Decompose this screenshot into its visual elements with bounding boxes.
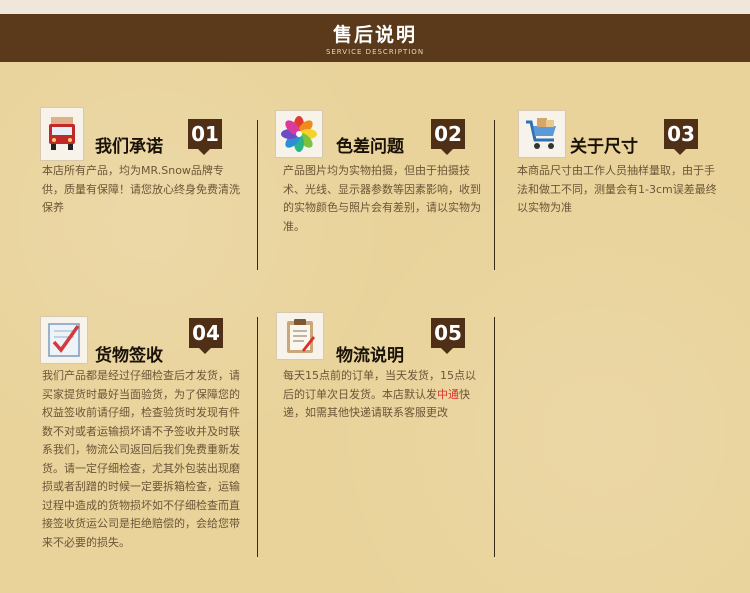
- card-01-text: 本店所有产品，均为MR.Snow品牌专供，质量有保障！请您放心终身免费清洗保养: [42, 164, 240, 214]
- color-wheel-icon: [275, 110, 323, 158]
- divider-1: [257, 120, 258, 270]
- card-02-text: 产品图片均为实物拍摄，但由于拍摄技术、光线、显示器参数等因素影响，收到的实物颜色…: [283, 164, 481, 233]
- header-title: 售后说明: [332, 24, 417, 46]
- card-05-courier-highlight: 中通: [437, 387, 459, 401]
- card-04-heading: 货物签收: [95, 346, 163, 366]
- card-04-number-badge: 04: [189, 318, 223, 354]
- divider-3: [257, 317, 258, 557]
- card-05-text: 每天15点前的订单，当天发货，15点以后的订单次日发货。本店默认发中通快递，如需…: [283, 367, 483, 423]
- card-03-number-badge: 03: [664, 119, 698, 155]
- card-02-number-badge: 02: [431, 119, 465, 155]
- card-01-number-badge: 01: [188, 119, 222, 155]
- card-05-number-badge: 05: [431, 318, 465, 354]
- card-01-heading: 我们承诺: [95, 137, 163, 157]
- card-04-text: 我们产品都是经过仔细检查后才发货，请买家提货时最好当面验货，为了保障您的权益签收…: [42, 369, 240, 549]
- divider-4: [494, 317, 495, 557]
- content-panel: 我们承诺 01 本店所有产品，均为MR.Snow品牌专供，质量有保障！请您放心终…: [0, 62, 750, 593]
- card-05-heading: 物流说明: [336, 346, 404, 366]
- clipboard-icon: [276, 312, 324, 360]
- top-strip: [0, 0, 750, 14]
- header-subtitle: SERVICE DESCRIPTION: [325, 48, 425, 56]
- card-02-heading: 色差问题: [336, 137, 404, 157]
- card-03-heading: 关于尺寸: [570, 137, 638, 157]
- checklist-icon: [40, 316, 88, 364]
- divider-2: [494, 120, 495, 270]
- shopping-cart-icon: [518, 110, 566, 158]
- truck-icon: [40, 107, 84, 161]
- section-header: 售后说明 SERVICE DESCRIPTION: [0, 14, 750, 62]
- card-03-text: 本商品尺寸由工作人员抽样量取，由于手法和做工不同，测量会有1-3cm误差最终以实…: [517, 164, 717, 214]
